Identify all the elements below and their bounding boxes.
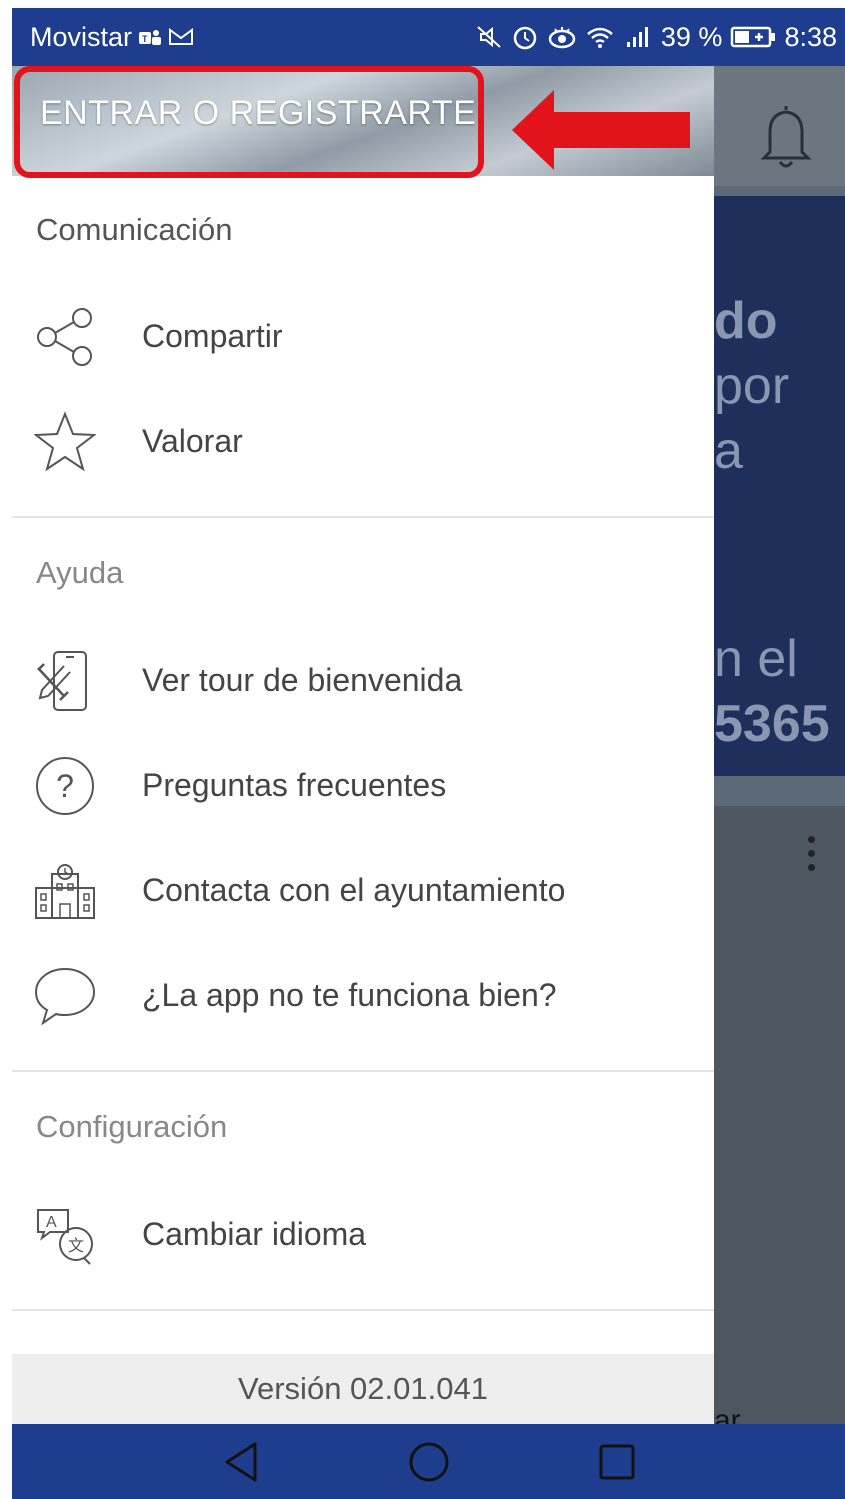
system-nav-bar [12, 1424, 845, 1499]
phone-screen: Movistar T 39 % 8:38 do por a n el 5365 … [12, 8, 845, 1499]
red-arrow-icon [510, 88, 692, 177]
section-title-comunicacion: Comunicación [36, 212, 233, 247]
recents-square-icon [599, 1444, 634, 1479]
menu-label-idioma: Cambiar idioma [142, 1216, 367, 1252]
background-banner [712, 196, 845, 776]
carrier-name: Movistar [30, 21, 133, 52]
wifi-icon [585, 24, 615, 50]
status-bar: Movistar T 39 % 8:38 [12, 8, 845, 66]
menu-item-idioma[interactable]: A文 Cambiar idioma [12, 1182, 714, 1287]
banner-text-4: n el [714, 630, 798, 688]
card-text-fragment: ar [714, 1404, 741, 1424]
more-options-icon[interactable] [808, 836, 815, 871]
signal-icon [623, 24, 653, 50]
navigation-drawer: ENTRAR O REGISTRARTE Comunicación Compar… [12, 66, 714, 1424]
menu-item-valorar[interactable]: Valorar [12, 389, 714, 494]
menu-item-feedback[interactable]: ¿La app no te funciona bien? [12, 943, 714, 1048]
eye-comfort-icon [547, 24, 577, 50]
menu-label-compartir: Compartir [142, 318, 283, 354]
gmail-icon [168, 27, 194, 47]
svg-text:文: 文 [68, 1236, 84, 1255]
menu-item-tour[interactable]: Ver tour de bienvenida [12, 628, 714, 733]
townhall-icon [12, 860, 142, 922]
menu-label-feedback: ¿La app no te funciona bien? [142, 977, 557, 1013]
share-icon [12, 306, 142, 368]
background-card [712, 806, 845, 1424]
back-triangle-icon [225, 1442, 256, 1481]
section-title-configuracion: Configuración [36, 1109, 228, 1144]
translate-icon: A文 [12, 1204, 142, 1266]
menu-item-contacto[interactable]: Contacta con el ayuntamiento [12, 838, 714, 943]
svg-text:?: ? [56, 768, 74, 804]
banner-text-5: 5365 [714, 695, 830, 753]
battery-icon [730, 25, 776, 49]
recents-button[interactable] [582, 1427, 652, 1497]
menu-label-tour: Ver tour de bienvenida [142, 662, 463, 698]
bell-icon[interactable] [754, 100, 818, 177]
question-icon: ? [12, 755, 142, 817]
alarm-icon [511, 23, 539, 51]
banner-text-2: por [714, 357, 790, 415]
home-button[interactable] [394, 1427, 464, 1497]
chat-bubble-icon [12, 965, 142, 1027]
banner-text-3: a [714, 422, 743, 480]
menu-label-contacto: Contacta con el ayuntamiento [142, 872, 566, 908]
svg-text:A: A [46, 1214, 57, 1231]
clock-time: 8:38 [784, 21, 837, 52]
teams-icon: T [138, 27, 162, 47]
banner-text-1: do [714, 292, 778, 350]
battery-percent: 39 % [660, 21, 723, 52]
app-version: Versión 02.01.041 [12, 1354, 714, 1424]
drawer-header: ENTRAR O REGISTRARTE [12, 66, 714, 178]
menu-item-compartir[interactable]: Compartir [12, 284, 714, 389]
home-circle-icon [409, 1442, 448, 1481]
menu-label-valorar: Valorar [142, 423, 243, 459]
menu-label-faq: Preguntas frecuentes [142, 767, 447, 803]
svg-text:T: T [142, 34, 148, 44]
section-title-ayuda: Ayuda [36, 555, 124, 590]
mute-icon [475, 24, 503, 50]
carrier-group: Movistar T [30, 22, 194, 53]
star-icon [12, 410, 142, 473]
phone-tools-icon [12, 650, 142, 712]
status-icons: 39 % 8:38 [475, 22, 837, 53]
highlight-box [14, 66, 484, 178]
back-button[interactable] [206, 1427, 276, 1497]
menu-item-faq[interactable]: ? Preguntas frecuentes [12, 733, 714, 838]
